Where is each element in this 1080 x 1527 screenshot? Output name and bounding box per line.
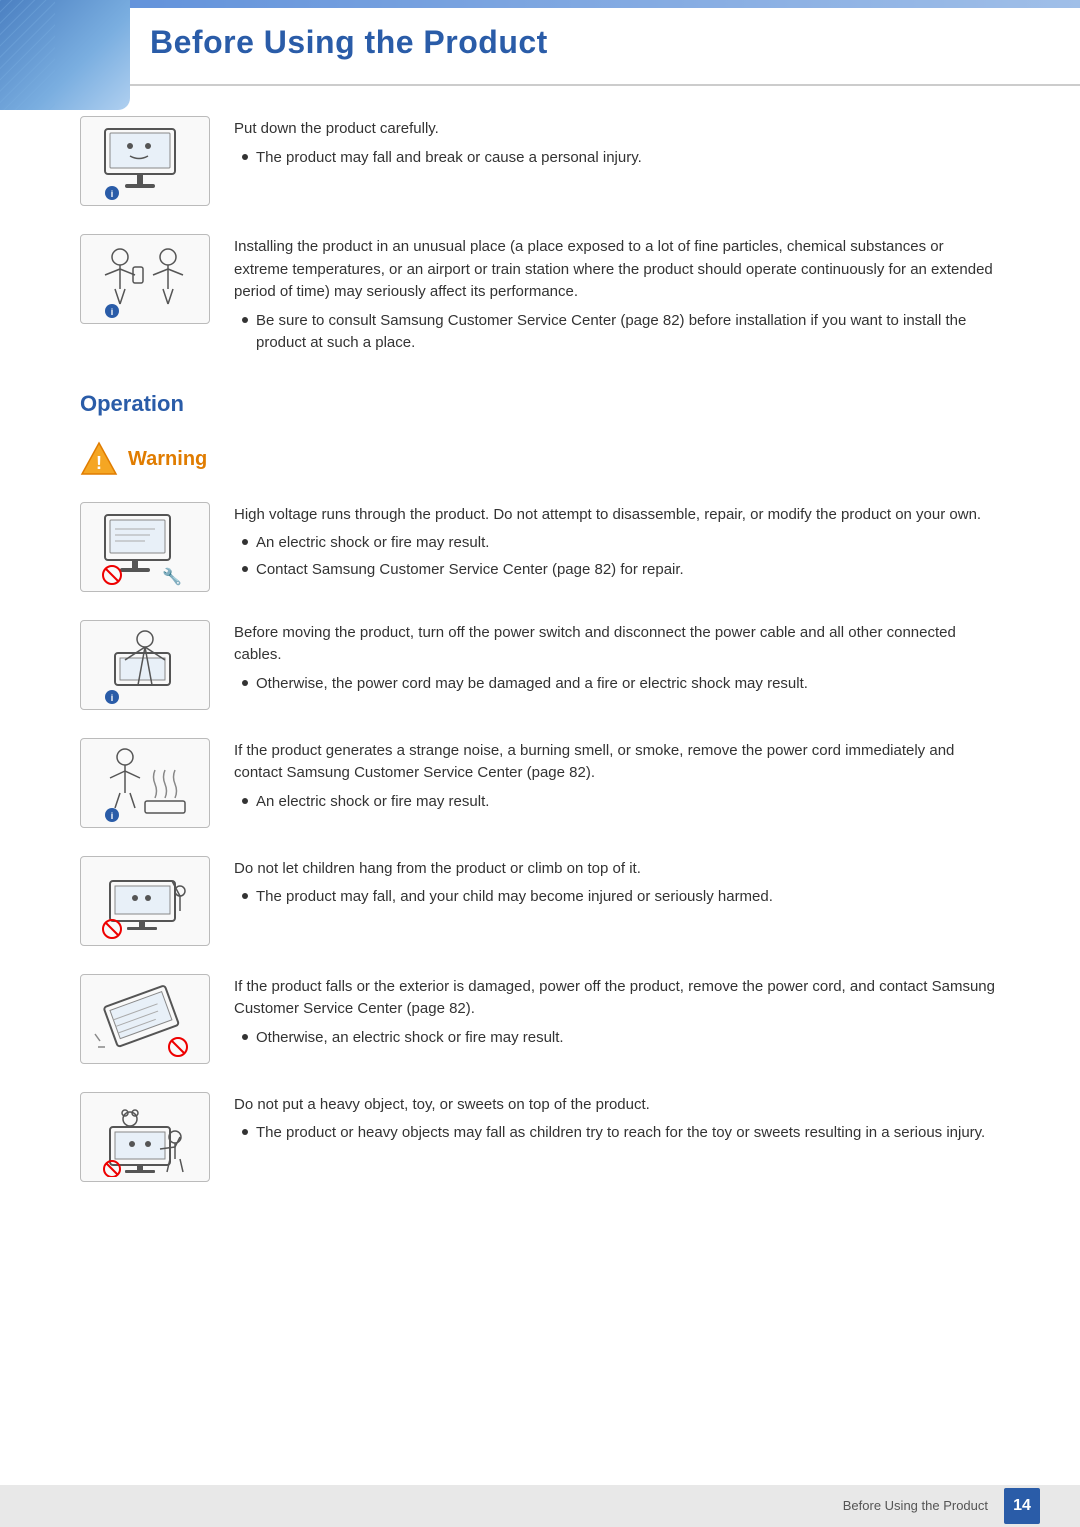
bullet-item: An electric shock or fire may result. [234, 532, 1000, 555]
heavy-object-icon [80, 1092, 210, 1182]
svg-text:i: i [111, 189, 114, 199]
top-accent-bar [0, 0, 1080, 8]
bullet-dot [242, 680, 248, 686]
children-hang-main: Do not let children hang from the produc… [234, 858, 1000, 881]
list-item: If the product falls or the exterior is … [80, 974, 1000, 1064]
list-item: i Put down the product carefully. The pr… [80, 116, 1000, 206]
list-item: 🔧 High voltage runs through the product.… [80, 502, 1000, 592]
list-item: i If the product generates a strange noi… [80, 738, 1000, 828]
heavy-object-bullets: The product or heavy objects may fall as… [234, 1122, 1000, 1145]
operation-section-header: Operation [80, 387, 1000, 420]
svg-text:i: i [111, 693, 114, 703]
unusual-place-text: Installing the product in an unusual pla… [234, 234, 1000, 359]
bullet-dot [242, 798, 248, 804]
list-item: i Before moving the product, turn off th… [80, 620, 1000, 710]
operation-title: Operation [80, 387, 1000, 420]
bullet-dot [242, 1129, 248, 1135]
bullet-dot [242, 566, 248, 572]
high-voltage-bullets: An electric shock or fire may result. Co… [234, 532, 1000, 581]
page-number: 14 [1004, 1488, 1040, 1524]
moving-text: Before moving the product, turn off the … [234, 620, 1000, 700]
unusual-place-icon: i [80, 234, 210, 324]
product-falls-main: If the product falls or the exterior is … [234, 976, 1000, 1021]
strange-noise-icon: i [80, 738, 210, 828]
bullet-item: Contact Samsung Customer Service Center … [234, 559, 1000, 582]
svg-text:🔧: 🔧 [162, 567, 182, 586]
bullet-item: The product may fall and break or cause … [234, 147, 1000, 170]
put-down-main: Put down the product carefully. [234, 118, 1000, 141]
bullet-text: The product or heavy objects may fall as… [256, 1122, 985, 1145]
children-hang-text: Do not let children hang from the produc… [234, 856, 1000, 913]
bullet-text: An electric shock or fire may result. [256, 532, 489, 555]
main-content: i Put down the product carefully. The pr… [0, 86, 1080, 1270]
bullet-text: The product may fall, and your child may… [256, 886, 773, 909]
svg-text:i: i [111, 307, 114, 317]
high-voltage-icon: 🔧 [80, 502, 210, 592]
bullet-text: Contact Samsung Customer Service Center … [256, 559, 684, 582]
strange-noise-text: If the product generates a strange noise… [234, 738, 1000, 818]
bullet-text: The product may fall and break or cause … [256, 147, 642, 170]
moving-bullets: Otherwise, the power cord may be damaged… [234, 673, 1000, 696]
bullet-item: An electric shock or fire may result. [234, 791, 1000, 814]
bullet-item: Be sure to consult Samsung Customer Serv… [234, 310, 1000, 355]
put-down-bullets: The product may fall and break or cause … [234, 147, 1000, 170]
bullet-text: Otherwise, the power cord may be damaged… [256, 673, 808, 696]
bullet-dot [242, 1034, 248, 1040]
moving-icon: i [80, 620, 210, 710]
unusual-place-bullets: Be sure to consult Samsung Customer Serv… [234, 310, 1000, 355]
bullet-text: Be sure to consult Samsung Customer Serv… [256, 310, 1000, 355]
bullet-dot [242, 893, 248, 899]
bullet-dot [242, 317, 248, 323]
corner-hatch [0, 0, 55, 110]
product-falls-icon [80, 974, 210, 1064]
warning-triangle-icon: ! [80, 440, 118, 478]
moving-main: Before moving the product, turn off the … [234, 622, 1000, 667]
heavy-object-text: Do not put a heavy object, toy, or sweet… [234, 1092, 1000, 1149]
list-item: Do not let children hang from the produc… [80, 856, 1000, 946]
heavy-object-main: Do not put a heavy object, toy, or sweet… [234, 1094, 1000, 1117]
list-item: i Installing the product in an unusual p… [80, 234, 1000, 359]
children-hang-bullets: The product may fall, and your child may… [234, 886, 1000, 909]
high-voltage-main: High voltage runs through the product. D… [234, 504, 1000, 527]
page-title-area: Before Using the Product [0, 0, 1080, 86]
page-title: Before Using the Product [150, 18, 1080, 66]
bullet-item: The product may fall, and your child may… [234, 886, 1000, 909]
bullet-text: Otherwise, an electric shock or fire may… [256, 1027, 564, 1050]
list-item: Do not put a heavy object, toy, or sweet… [80, 1092, 1000, 1182]
left-accent-block [0, 0, 130, 110]
bullet-item: Otherwise, the power cord may be damaged… [234, 673, 1000, 696]
put-down-text: Put down the product carefully. The prod… [234, 116, 1000, 173]
children-hang-icon [80, 856, 210, 946]
svg-text:i: i [111, 811, 114, 821]
bullet-item: The product or heavy objects may fall as… [234, 1122, 1000, 1145]
product-falls-text: If the product falls or the exterior is … [234, 974, 1000, 1054]
bullet-text: An electric shock or fire may result. [256, 791, 489, 814]
product-falls-bullets: Otherwise, an electric shock or fire may… [234, 1027, 1000, 1050]
bullet-item: Otherwise, an electric shock or fire may… [234, 1027, 1000, 1050]
unusual-place-main: Installing the product in an unusual pla… [234, 236, 1000, 304]
high-voltage-text: High voltage runs through the product. D… [234, 502, 1000, 586]
page-footer: Before Using the Product 14 [0, 1485, 1080, 1527]
warning-badge: ! Warning [80, 440, 1000, 478]
bullet-dot [242, 154, 248, 160]
svg-text:!: ! [96, 453, 102, 473]
strange-noise-bullets: An electric shock or fire may result. [234, 791, 1000, 814]
strange-noise-main: If the product generates a strange noise… [234, 740, 1000, 785]
bullet-dot [242, 539, 248, 545]
footer-label: Before Using the Product [843, 1496, 988, 1516]
put-down-icon: i [80, 116, 210, 206]
warning-label: Warning [128, 444, 207, 474]
